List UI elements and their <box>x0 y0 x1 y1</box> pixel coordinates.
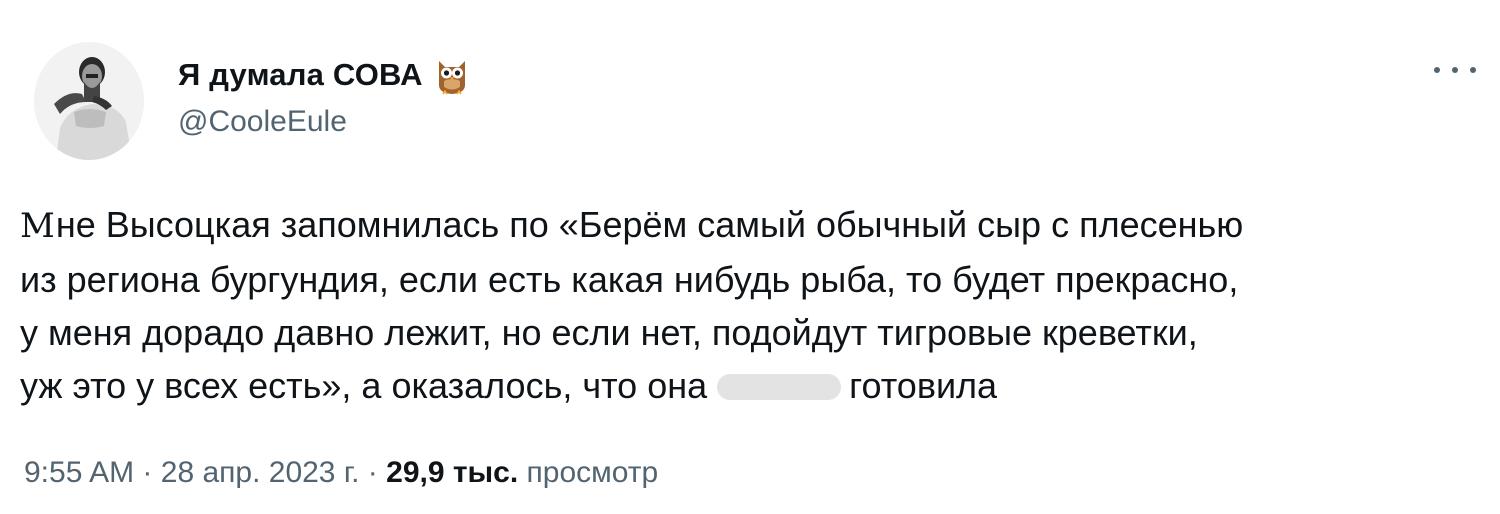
author-name-row[interactable]: Я думала СОВА <box>178 50 469 100</box>
tweet-meta: 9:55 AM · 28 апр. 2023 г. · 29,9 тыс. пр… <box>24 456 658 490</box>
avatar-photo <box>34 42 144 160</box>
views-label: просмотр <box>526 456 659 489</box>
tweet-text-line-1-rest: не Высоцкая запомнилась по «Берём самый … <box>55 204 1244 245</box>
author-handle[interactable]: @CooleEule <box>178 105 347 139</box>
more-dot-icon <box>1452 67 1458 73</box>
views-count: 29,9 тыс. <box>386 456 519 489</box>
tweet-text-line-4-end: готовила <box>849 365 998 406</box>
tweet-time[interactable]: 9:55 AM <box>24 456 134 489</box>
tweet-text-line-3: у меня дорадо давно лежит, но если нет, … <box>20 312 1198 353</box>
censored-word-blur <box>717 374 842 400</box>
more-dot-icon <box>1434 67 1440 73</box>
tweet-text-line-1: Мне Высоцкая запомнилась по «Берём самый… <box>20 198 1480 253</box>
tweet-text-line-4-start: уж это у всех есть», а оказалось, что он… <box>20 365 708 406</box>
author-display-name[interactable]: Я думала СОВА <box>178 57 423 93</box>
tweet-text: Мне Высоцкая запомнилась по «Берём самый… <box>20 198 1480 412</box>
meta-separator: · <box>142 456 153 489</box>
tweet-first-letter: М <box>20 206 55 246</box>
meta-separator: · <box>367 456 378 489</box>
tweet-text-line-4: уж это у всех есть», а оказалось, что он… <box>20 359 1480 412</box>
tweet-text-line-2: из региона бургундия, если есть какая ни… <box>20 259 1239 300</box>
tweet-date[interactable]: 28 апр. 2023 г. <box>161 456 360 489</box>
more-options-button[interactable] <box>1434 58 1476 82</box>
avatar[interactable] <box>34 42 144 160</box>
more-dot-icon <box>1470 67 1476 73</box>
tweet-card: Я думала СОВА @CooleEule Мне Высоцкая за… <box>0 0 1500 514</box>
owl-icon <box>435 55 469 95</box>
